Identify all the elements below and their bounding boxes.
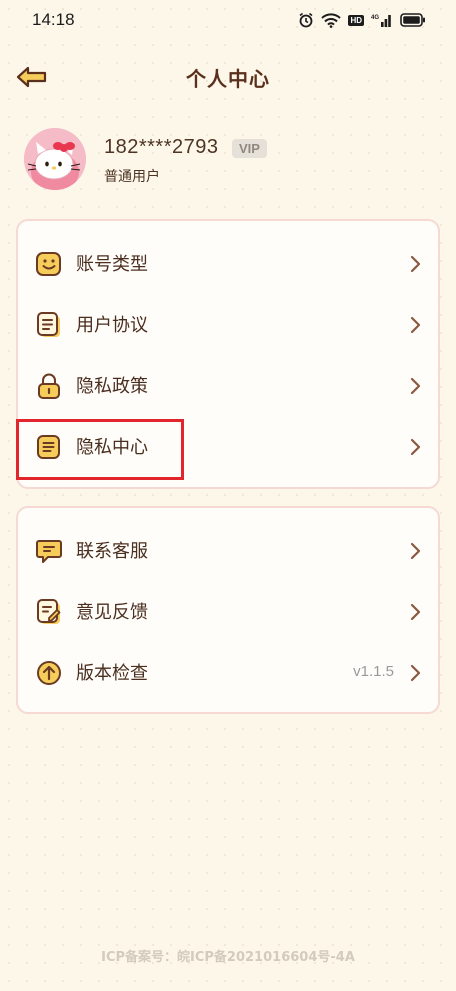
svg-text:4G: 4G — [371, 15, 379, 21]
avatar[interactable] — [24, 128, 86, 190]
status-icons: HD 4G — [298, 12, 426, 28]
chevron-right-icon — [410, 438, 421, 456]
back-button[interactable] — [14, 62, 50, 92]
menu-item-version-check[interactable]: 版本检查 v1.1.5 — [18, 642, 438, 702]
menu-label: 隐私政策 — [76, 376, 148, 397]
chevron-right-icon — [410, 377, 421, 395]
feedback-edit-icon — [37, 599, 61, 624]
menu-label: 意见反馈 — [76, 602, 148, 623]
menu-label: 版本检查 — [76, 663, 148, 684]
battery-icon — [400, 13, 425, 27]
back-arrow-icon — [16, 66, 47, 88]
menu-label: 联系客服 — [76, 541, 148, 562]
user-type: 普通用户 — [104, 169, 160, 185]
page-title: 个人中心 — [186, 66, 270, 91]
menu-card-account: 账号类型 用户协议 隐私政策 隐私中心 — [16, 219, 440, 489]
smile-face-icon — [36, 252, 61, 276]
wifi-icon — [321, 12, 342, 28]
chevron-right-icon — [410, 316, 421, 334]
menu-label: 用户协议 — [76, 315, 148, 336]
user-profile[interactable]: 182****2793 VIP 普通用户 — [24, 128, 434, 194]
alarm-icon — [299, 12, 313, 28]
chat-bubble-icon — [36, 540, 62, 563]
vip-badge: VIP — [232, 139, 267, 158]
menu-label: 隐私中心 — [76, 437, 148, 458]
chevron-right-icon — [410, 664, 421, 682]
icp-footer: ICP备案号：皖ICP备2021016604号-4A — [101, 950, 355, 965]
notes-icon — [37, 435, 60, 459]
status-bar: 14:18 HD 4G — [0, 0, 456, 40]
menu-item-privacy-policy[interactable]: 隐私政策 — [18, 355, 438, 415]
menu-item-customer-service[interactable]: 联系客服 — [18, 520, 438, 580]
document-icon — [37, 312, 60, 337]
lock-icon — [38, 373, 60, 399]
chevron-right-icon — [410, 603, 421, 621]
upgrade-arrow-icon — [37, 661, 61, 685]
menu-item-account-type[interactable]: 账号类型 — [18, 233, 438, 293]
menu-item-feedback[interactable]: 意见反馈 — [18, 581, 438, 641]
signal-icon: 4G — [371, 14, 391, 27]
hd-badge: HD — [348, 14, 364, 26]
menu-item-user-agreement[interactable]: 用户协议 — [18, 294, 438, 354]
menu-card-support: 联系客服 意见反馈 版本检查 v1.1.5 — [16, 506, 440, 714]
version-value: v1.1.5 — [353, 663, 394, 680]
nav-bar: 个人中心 — [0, 52, 456, 102]
chevron-right-icon — [410, 542, 421, 560]
menu-item-privacy-center[interactable]: 隐私中心 — [18, 416, 438, 476]
hello-kitty-avatar — [24, 128, 86, 190]
user-phone: 182****2793 — [104, 136, 219, 158]
status-time: 14:18 — [32, 10, 75, 29]
menu-label: 账号类型 — [76, 254, 148, 275]
chevron-right-icon — [410, 255, 421, 273]
